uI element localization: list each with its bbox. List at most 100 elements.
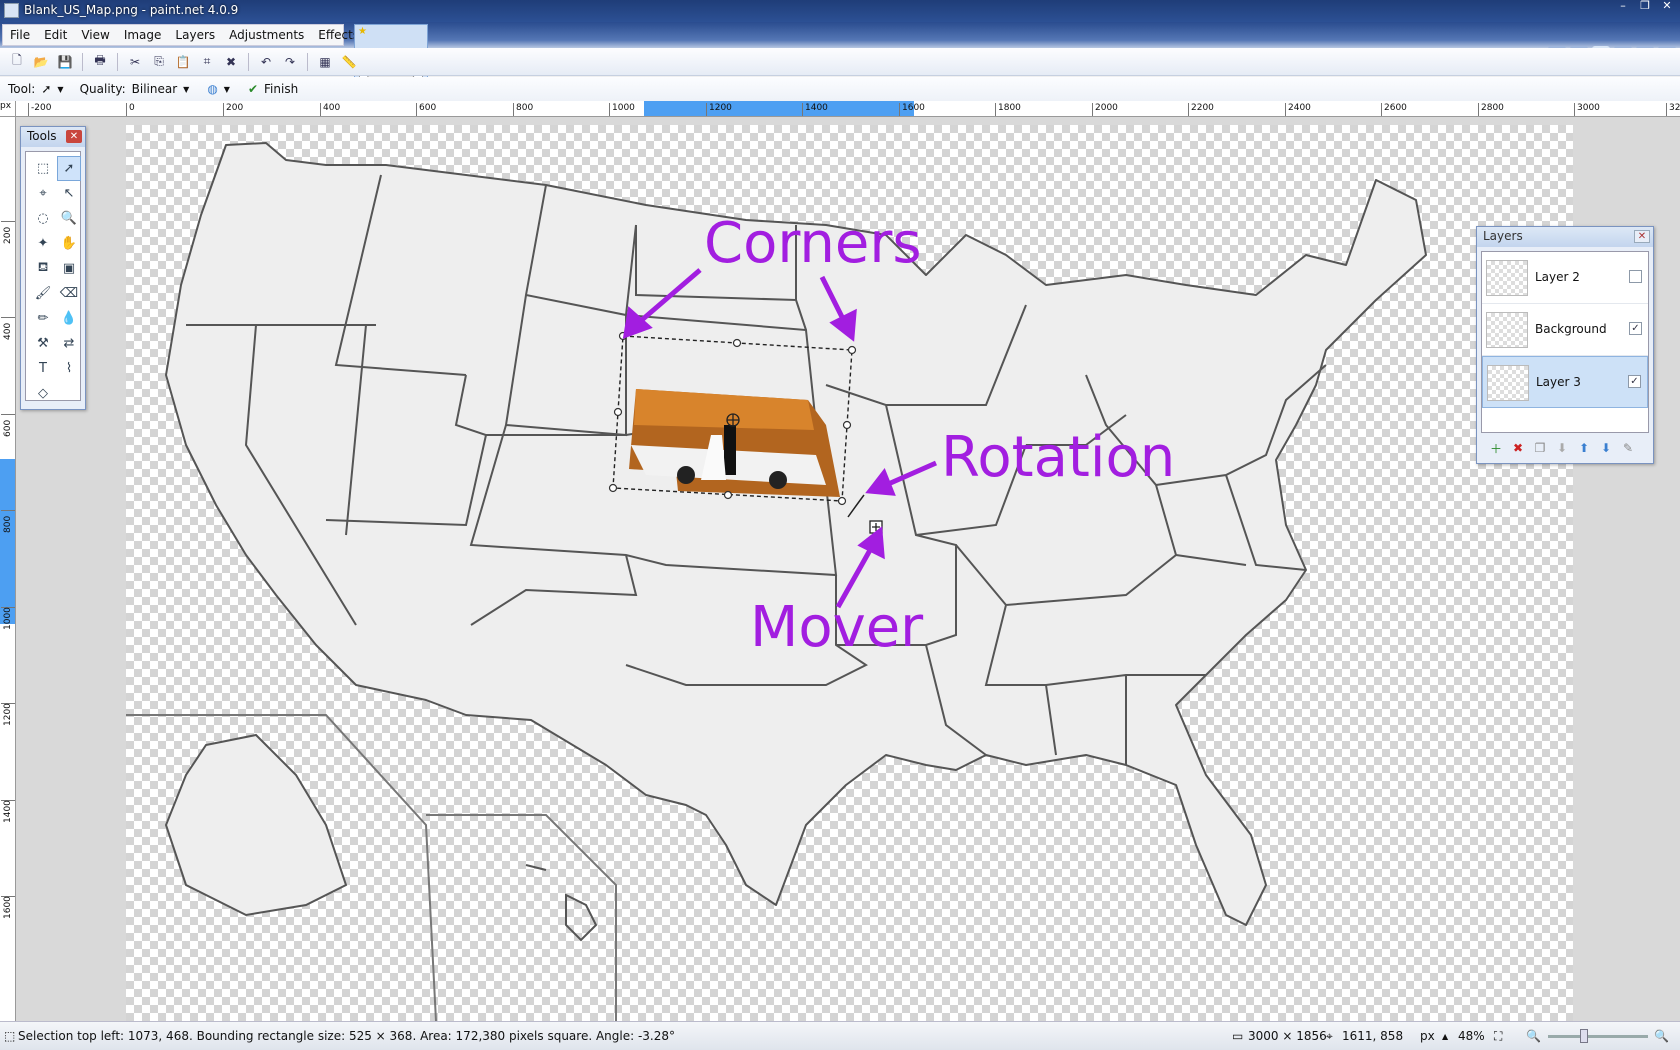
toolbar-separator [307,52,308,71]
text-icon[interactable]: T [31,356,55,381]
zoom-select[interactable]: 48% [1458,1029,1485,1043]
shapes-icon[interactable]: ◇ [31,381,55,406]
merge-down-icon[interactable]: ⬇ [1553,441,1571,455]
image-canvas[interactable]: Corners Rotation Mover [126,125,1573,1021]
window-title: Blank_US_Map.png - paint.net 4.0.9 [24,3,239,17]
quality-label: Quality: [79,82,126,96]
deselect-icon[interactable]: ✖ [222,53,240,71]
layer-visibility-checkbox[interactable]: ✓ [1628,375,1641,388]
copy-icon[interactable]: ⎘ [150,53,168,71]
paintnet-app-icon[interactable] [4,3,19,18]
delete-layer-icon[interactable]: ✖ [1509,441,1527,455]
paintbrush-icon[interactable]: 🖌 [31,281,55,306]
units-dropdown-icon[interactable]: ▲ [1442,1032,1448,1041]
menu-layers[interactable]: Layers [168,25,222,45]
minimize-button[interactable]: – [1614,0,1632,14]
lasso-icon[interactable]: ⌖ [31,181,55,206]
close-icon[interactable]: ✕ [66,130,82,143]
recolor-icon[interactable]: ⇄ [57,331,81,356]
zoom-icon[interactable]: 🔍 [57,206,81,231]
move-selected-icon[interactable]: ➚ [57,156,81,181]
blend-mode-icon[interactable]: ◍ [207,82,217,96]
quality-select[interactable]: Bilinear [132,82,178,96]
ruler-tick: 1200 [706,103,732,116]
unsaved-star-icon: ★ [358,26,367,37]
layer-thumbnail [1486,260,1528,296]
cut-icon[interactable]: ✂ [126,53,144,71]
zoom-to-window-icon[interactable]: ⛶ [1494,1029,1502,1044]
tools-window-header[interactable]: Tools ✕ [21,127,85,147]
finish-button[interactable]: Finish [264,82,298,96]
zoom-out-icon[interactable]: 🔍 [1526,1029,1541,1043]
ruler-tick: 200 [1,221,15,244]
ruler-tick: 400 [320,103,340,116]
close-button[interactable]: ✕ [1658,0,1676,14]
cursor-position-text: 1611, 858 [1342,1029,1404,1043]
image-size-text: 3000 × 1856 [1248,1029,1327,1043]
magic-wand-icon[interactable]: ✦ [31,231,55,256]
move-up-icon[interactable]: ⬆ [1575,441,1593,455]
toolbar-separator [82,52,83,71]
properties-icon[interactable]: ✎ [1619,441,1637,455]
undo-icon[interactable]: ↶ [257,53,275,71]
layers-list: Layer 2 Background ✓ Layer 3 ✓ [1481,251,1649,433]
move-selection-icon[interactable]: ↖ [57,181,81,206]
pencil-icon[interactable]: ✏ [31,306,55,331]
units-select[interactable]: px [1420,1029,1435,1043]
menu-adjustments[interactable]: Adjustments [222,25,311,45]
vertical-ruler: 200 400 600 800 1000 1200 1400 1600 [0,117,16,1021]
layer-name: Background [1535,322,1607,336]
new-icon[interactable]: 🗋 [8,53,26,71]
ruler-tick: 32 [1666,103,1680,116]
tools-window-title: Tools [27,129,57,143]
close-icon[interactable]: ✕ [1634,230,1650,243]
add-layer-icon[interactable]: ＋ [1487,440,1505,457]
ruler-tick: 0 [126,103,135,116]
menu-edit[interactable]: Edit [37,25,74,45]
line-curve-icon[interactable]: ⌇ [57,356,81,381]
rectangle-select-icon[interactable]: ⬚ [31,156,55,181]
print-icon[interactable]: 🖶 [91,53,109,71]
restore-button[interactable]: ❐ [1636,0,1654,14]
open-icon[interactable]: 📂 [32,53,50,71]
workspace[interactable]: Corners Rotation Mover [16,117,1680,1021]
title-bar: Blank_US_Map.png - paint.net 4.0.9 – ❐ ✕ [0,0,1680,22]
save-icon[interactable]: 💾 [56,53,74,71]
layer-row-layer-3[interactable]: Layer 3 ✓ [1482,356,1648,408]
color-picker-icon[interactable]: 💧 [57,306,81,331]
ruler-tick: 2800 [1478,103,1504,116]
layer-visibility-checkbox[interactable] [1629,270,1642,283]
current-tool-icon[interactable]: ➚ [41,82,51,96]
tools-window[interactable]: Tools ✕ ⬚ ➚ ⌖ ↖ ◌ 🔍 ✦ ✋ ⛾ ▣ 🖌 ⌫ ✏ 💧 ⚒ ⇄ … [20,126,86,410]
crop-icon[interactable]: ⌗ [198,53,216,71]
eraser-icon[interactable]: ⌫ [57,281,81,306]
zoom-slider[interactable] [1548,1035,1648,1038]
quality-dropdown-icon[interactable]: ▼ [183,85,189,94]
paint-bucket-icon[interactable]: ⛾ [31,256,55,281]
ellipse-select-icon[interactable]: ◌ [31,206,55,231]
layers-window-header[interactable]: Layers ✕ [1477,227,1653,247]
layer-visibility-checkbox[interactable]: ✓ [1629,322,1642,335]
layer-row-background[interactable]: Background ✓ [1482,304,1648,356]
grid-icon[interactable]: ▦ [316,53,334,71]
menu-image[interactable]: Image [117,25,169,45]
blend-mode-dropdown-icon[interactable]: ▼ [224,85,230,94]
layer-thumbnail [1486,312,1528,348]
paste-icon[interactable]: 📋 [174,53,192,71]
selection-status-text: Selection top left: 1073, 468. Bounding … [18,1029,676,1043]
clone-stamp-icon[interactable]: ⚒ [31,331,55,356]
redo-icon[interactable]: ↷ [281,53,299,71]
zoom-slider-handle[interactable] [1580,1029,1588,1043]
duplicate-layer-icon[interactable]: ❐ [1531,441,1549,455]
layer-row-layer-2[interactable]: Layer 2 [1482,252,1648,304]
layers-window[interactable]: Layers ✕ Layer 2 Background ✓ Layer 3 ✓ … [1476,226,1654,464]
pan-icon[interactable]: ✋ [57,231,81,256]
menu-file[interactable]: File [3,25,37,45]
zoom-in-icon[interactable]: 🔍 [1654,1029,1669,1043]
move-down-icon[interactable]: ⬇ [1597,441,1615,455]
finish-check-icon[interactable]: ✔ [248,82,258,96]
ruler-icon[interactable]: 📏 [340,53,358,71]
gradient-icon[interactable]: ▣ [57,256,81,281]
tool-dropdown-icon[interactable]: ▼ [57,85,63,94]
menu-view[interactable]: View [74,25,116,45]
